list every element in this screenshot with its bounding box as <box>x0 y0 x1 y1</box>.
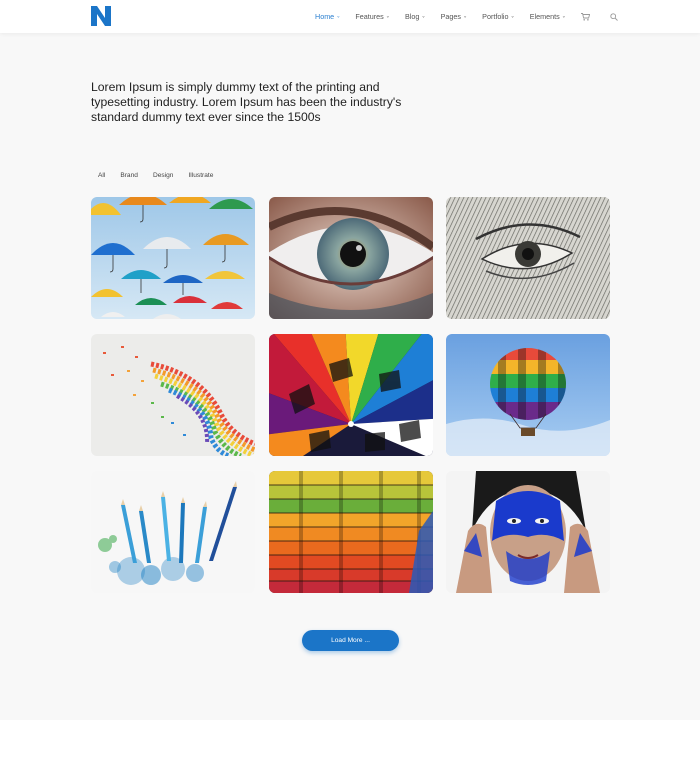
pencils-image <box>91 471 255 593</box>
filter-illustrate[interactable]: Illustrate <box>188 172 213 179</box>
painted-face-image <box>446 471 610 593</box>
chevron-down-icon: ⌄ <box>462 13 468 20</box>
gallery-item-balloon-interior[interactable] <box>269 334 433 456</box>
nav-item-portfolio[interactable]: Portfolio ⌄ <box>482 12 515 21</box>
nav-label: Blog <box>404 12 420 21</box>
nav-item-home[interactable]: Home ⌄ <box>315 12 340 21</box>
chevron-down-icon: ⌄ <box>385 13 390 20</box>
main-nav: Home ⌄ Features ⌄ Blog ⌄ Pages ⌄ Portfolio ⌄ … <box>315 0 637 33</box>
load-more-button[interactable]: Load More ... <box>302 630 399 651</box>
nav-label: Home <box>315 12 335 21</box>
n-logo-icon[interactable] <box>91 6 111 26</box>
site-header: Home ⌄ Features ⌄ Blog ⌄ Pages ⌄ Portfolio ⌄ … <box>0 0 700 33</box>
stacked-paper-image <box>269 471 433 593</box>
chevron-down-icon: ⌄ <box>421 13 426 20</box>
rainbow-paper-image <box>91 334 255 456</box>
gallery-item-umbrellas[interactable] <box>91 197 255 319</box>
nav-item-pages[interactable]: Pages ⌄ <box>441 12 468 21</box>
gallery-item-stacked-paper[interactable] <box>269 471 433 593</box>
gallery-item-painted-face[interactable] <box>446 471 610 593</box>
chevron-down-icon: ⌄ <box>510 13 515 20</box>
eye-image <box>269 197 433 319</box>
cart-icon <box>581 12 591 21</box>
nav-label: Features <box>355 12 384 21</box>
nav-label: Pages <box>440 12 461 21</box>
search-button[interactable] <box>609 12 619 22</box>
portfolio-section: Lorem Ipsum is simply dummy text of the … <box>0 33 700 720</box>
gallery-item-pencils[interactable] <box>91 471 255 593</box>
umbrellas-image <box>91 197 255 319</box>
nav-item-features[interactable]: Features ⌄ <box>355 12 390 21</box>
banknote-image <box>446 197 610 319</box>
portfolio-gallery <box>91 197 610 593</box>
gallery-item-banknote[interactable] <box>446 197 610 319</box>
balloon-interior-image <box>269 334 433 456</box>
filter-brand[interactable]: Brand <box>120 172 138 179</box>
gallery-item-rainbow-paper[interactable] <box>91 334 255 456</box>
cart-button[interactable] <box>581 12 591 22</box>
nav-label: Portfolio <box>482 12 509 21</box>
nav-item-blog[interactable]: Blog ⌄ <box>405 12 426 21</box>
gallery-item-balloon-sky[interactable] <box>446 334 610 456</box>
intro-text: Lorem Ipsum is simply dummy text of the … <box>91 80 402 124</box>
gallery-item-eye[interactable] <box>269 197 433 319</box>
filter-design[interactable]: Design <box>153 172 174 179</box>
chevron-down-icon: ⌄ <box>336 13 341 20</box>
filter-all[interactable]: All <box>98 172 105 179</box>
portfolio-filters: All Brand Design Illustrate <box>98 172 228 179</box>
chevron-down-icon: ⌄ <box>561 13 566 20</box>
nav-item-elements[interactable]: Elements ⌄ <box>530 12 566 21</box>
search-icon <box>610 12 618 21</box>
nav-label: Elements <box>529 12 560 21</box>
balloon-sky-image <box>446 334 610 456</box>
